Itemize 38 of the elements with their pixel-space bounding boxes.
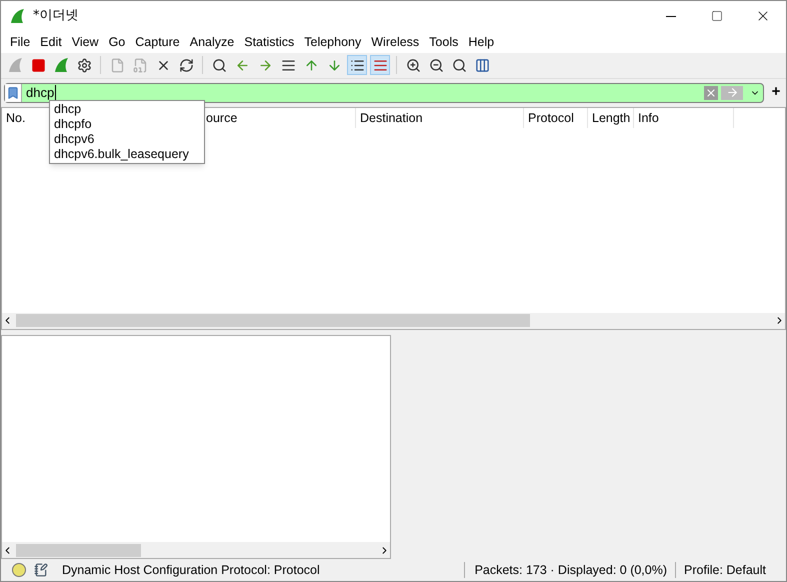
menu-item[interactable]: File (5, 32, 36, 52)
column-header[interactable]: ource (206, 110, 238, 125)
window-title: *이더넷 (33, 7, 78, 26)
suggestion-item[interactable]: dhcp (50, 102, 204, 117)
column-header[interactable]: No. (6, 110, 26, 125)
horizontal-scrollbar[interactable] (2, 542, 390, 558)
profile-label[interactable]: Profile: Default (684, 560, 766, 580)
menu-item[interactable]: Analyze (184, 32, 240, 52)
column-header[interactable]: Length (592, 110, 630, 125)
suggestion-item[interactable]: dhcpv6.bulk_leasequery (50, 146, 204, 162)
maximize-icon (711, 10, 723, 22)
menu-item[interactable]: Go (104, 32, 130, 52)
filter-field[interactable]: dhcp (4, 82, 764, 103)
packet-count: Packets: 173 · Displayed: 0 (0,0%) (474, 562, 668, 579)
app-logo-icon (9, 8, 25, 24)
autoscroll-icon[interactable] (347, 55, 367, 76)
clear-icon[interactable] (704, 86, 718, 100)
status-indicator[interactable] (12, 563, 26, 578)
suggestion-item[interactable]: dhcpfo (50, 116, 204, 132)
colored-lines-icon[interactable] (370, 55, 390, 76)
column-header[interactable]: Destination (360, 110, 423, 125)
add-filter-button[interactable]: + (768, 81, 784, 104)
suggestion-item[interactable]: dhcpv6 (50, 132, 204, 147)
menu-item[interactable]: Edit (35, 32, 67, 52)
column-header[interactable]: Protocol (528, 110, 574, 125)
horizontal-scrollbar[interactable] (2, 312, 785, 329)
menu-item[interactable]: Statistics (239, 32, 300, 52)
menu-item[interactable]: Tools (424, 32, 464, 52)
menu-item[interactable]: Capture (130, 32, 185, 52)
filter-text: dhcp (26, 84, 56, 102)
menu-item[interactable]: View (66, 32, 104, 52)
menu-item[interactable]: Wireless (366, 32, 424, 52)
bookmark-icon[interactable] (5, 84, 22, 102)
menu-item[interactable]: Help (463, 32, 500, 52)
status-field-text: Dynamic Host Configuration Protocol: Protocol (62, 562, 320, 579)
edit-comment-icon[interactable] (34, 563, 48, 578)
column-header[interactable]: Info (638, 110, 659, 125)
menu-item[interactable]: Telephony (299, 32, 366, 52)
